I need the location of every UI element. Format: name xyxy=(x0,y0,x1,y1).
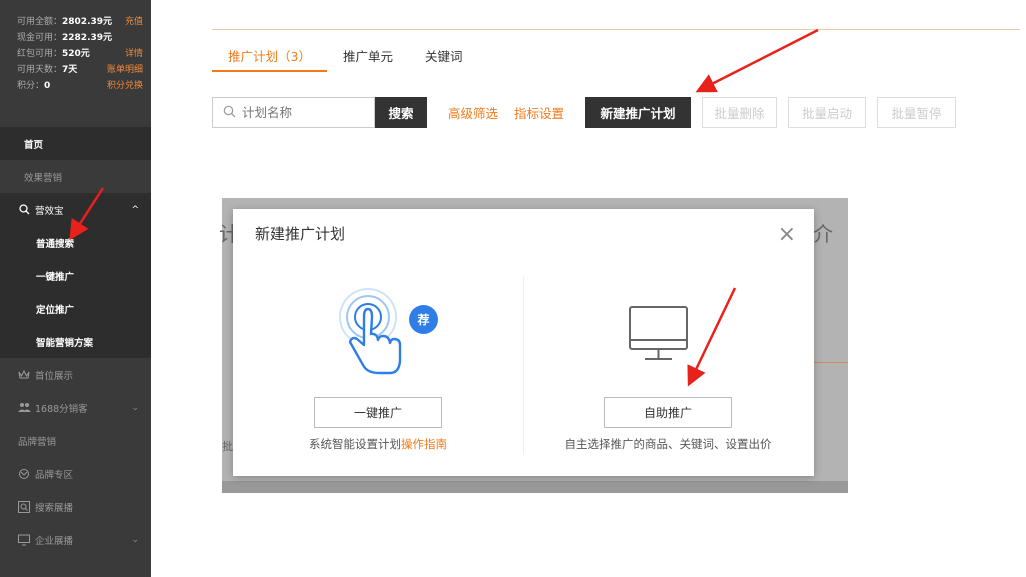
backdrop-text: 批 xyxy=(222,440,233,453)
sidebar-item-targeted[interactable]: 定位推广 xyxy=(0,292,151,325)
sidebar-item-search-display[interactable]: 搜索展播 xyxy=(0,490,151,523)
account-row-days: 可用天数：7天 账单明细 xyxy=(17,62,143,78)
backdrop-text: 介 xyxy=(813,222,833,246)
account-value: 520元 xyxy=(62,49,90,59)
sidebar: 可用全额：2802.39元 充值 现金可用：2282.39元 红包可用：520元… xyxy=(0,0,151,577)
crown-icon xyxy=(18,369,30,381)
close-icon[interactable]: × xyxy=(778,224,796,246)
sidebar-item-label: 品牌专区 xyxy=(35,469,74,481)
tap-hand-icon xyxy=(233,287,523,387)
points-redeem-link[interactable]: 积分兑换 xyxy=(107,78,143,94)
sidebar-item-brand-marketing[interactable]: 品牌营销 xyxy=(0,424,151,457)
sidebar-item-label: 首位展示 xyxy=(35,370,74,382)
sidebar-item-label: 1688分销客 xyxy=(35,403,88,415)
account-label: 可用天数： xyxy=(17,65,63,75)
backdrop-divider xyxy=(813,362,848,363)
account-row-available: 可用全额：2802.39元 充值 xyxy=(17,14,143,30)
self-service-promote-button[interactable]: 自助推广 xyxy=(604,397,732,428)
plan-search-input[interactable] xyxy=(242,105,362,120)
batch-delete-button[interactable]: 批量删除 xyxy=(702,97,778,128)
sidebar-item-normal-search[interactable]: 普通搜索 xyxy=(0,226,151,259)
sidebar-item-enterprise-display[interactable]: 企业展播 ⌄ xyxy=(0,523,151,556)
arrow-to-new-plan xyxy=(695,28,819,93)
details-link[interactable]: 详情 xyxy=(125,46,143,62)
sidebar-item-distributor[interactable]: 1688分销客 ⌄ xyxy=(0,391,151,424)
sidebar-item-smart-plan[interactable]: 智能营销方案 xyxy=(0,325,151,358)
account-label: 积分： xyxy=(17,81,45,91)
top-divider xyxy=(212,29,1020,30)
batch-start-button[interactable]: 批量启动 xyxy=(788,97,867,128)
recommend-badge-label: 荐 xyxy=(417,313,430,327)
metric-settings-link[interactable]: 指标设置 xyxy=(514,103,564,122)
account-value: 2802.39元 xyxy=(62,17,113,27)
chevron-down-icon: ⌄ xyxy=(131,534,139,545)
sidebar-group-label: 营效宝 xyxy=(35,205,64,217)
plan-search-box xyxy=(212,97,375,128)
account-label: 可用全额： xyxy=(17,17,63,27)
recommend-badge: 荐 xyxy=(409,305,438,334)
chevron-up-icon: ^ xyxy=(131,204,139,215)
account-row-cash: 现金可用：2282.39元 xyxy=(17,30,143,46)
self-service-option: 自助推广 自主选择推广的商品、关键词、设置出价 xyxy=(523,287,813,467)
one-click-description: 系统智能设置计划操作指南 xyxy=(233,436,523,452)
billing-link[interactable]: 账单明细 xyxy=(107,62,143,78)
one-click-promote-button[interactable]: 一键推广 xyxy=(314,397,442,428)
monitor-icon xyxy=(18,534,30,546)
sidebar-item-label: 企业展播 xyxy=(35,535,74,547)
account-value: 2282.39元 xyxy=(62,33,113,43)
advanced-filter-link[interactable]: 高级筛选 xyxy=(448,103,498,122)
sidebar-item-top-display[interactable]: 首位展示 xyxy=(0,358,151,391)
recharge-link[interactable]: 充值 xyxy=(125,14,143,30)
account-label: 红包可用： xyxy=(17,49,63,59)
monitor-icon xyxy=(523,287,813,387)
badge-icon xyxy=(18,468,30,480)
search-icon xyxy=(18,203,30,216)
toolbar: 搜索 高级筛选 指标设置 新建推广计划 批量删除 批量启动 批量暂停 xyxy=(212,97,957,128)
search-icon xyxy=(223,105,236,121)
backdrop-table-header xyxy=(222,481,848,493)
dialog-title: 新建推广计划 xyxy=(255,225,346,243)
new-plan-dialog: 新建推广计划 × 荐 一键推广 系统智能设置计划操作指南 自助推广 自主选择推广… xyxy=(233,209,814,476)
tab-bar: 推广计划（3） 推广单元 关键词 xyxy=(212,38,479,72)
account-value: 0 xyxy=(44,81,51,91)
users-icon xyxy=(18,402,31,414)
new-plan-button[interactable]: 新建推广计划 xyxy=(585,97,692,128)
account-summary: 可用全额：2802.39元 充值 现金可用：2282.39元 红包可用：520元… xyxy=(0,0,151,127)
account-label: 现金可用： xyxy=(17,33,63,43)
account-row-points: 积分：0 积分兑换 xyxy=(17,78,143,94)
account-row-redpacket: 红包可用：520元 详情 xyxy=(17,46,143,62)
tab-keywords[interactable]: 关键词 xyxy=(409,38,479,72)
sidebar-item-effect-marketing[interactable]: 效果营销 xyxy=(0,160,151,193)
chevron-down-icon: ⌄ xyxy=(131,402,139,413)
operation-guide-link[interactable]: 操作指南 xyxy=(401,437,447,451)
tab-units[interactable]: 推广单元 xyxy=(327,38,409,72)
one-click-desc-text: 系统智能设置计划 xyxy=(309,437,401,451)
sidebar-item-one-click[interactable]: 一键推广 xyxy=(0,259,151,292)
tab-plans[interactable]: 推广计划（3） xyxy=(212,38,327,72)
sidebar-item-label: 搜索展播 xyxy=(35,502,74,514)
sidebar-group-yingxiaobao[interactable]: 营效宝 ^ xyxy=(0,193,151,226)
sidebar-item-home[interactable]: 首页 xyxy=(0,127,151,160)
one-click-option: 荐 一键推广 系统智能设置计划操作指南 xyxy=(233,287,523,467)
self-service-description: 自主选择推广的商品、关键词、设置出价 xyxy=(564,437,772,451)
search-box-icon xyxy=(18,500,30,513)
batch-pause-button[interactable]: 批量暂停 xyxy=(877,97,957,128)
sidebar-item-brand-zone[interactable]: 品牌专区 xyxy=(0,457,151,490)
search-button[interactable]: 搜索 xyxy=(375,97,427,128)
account-value: 7天 xyxy=(62,65,78,75)
